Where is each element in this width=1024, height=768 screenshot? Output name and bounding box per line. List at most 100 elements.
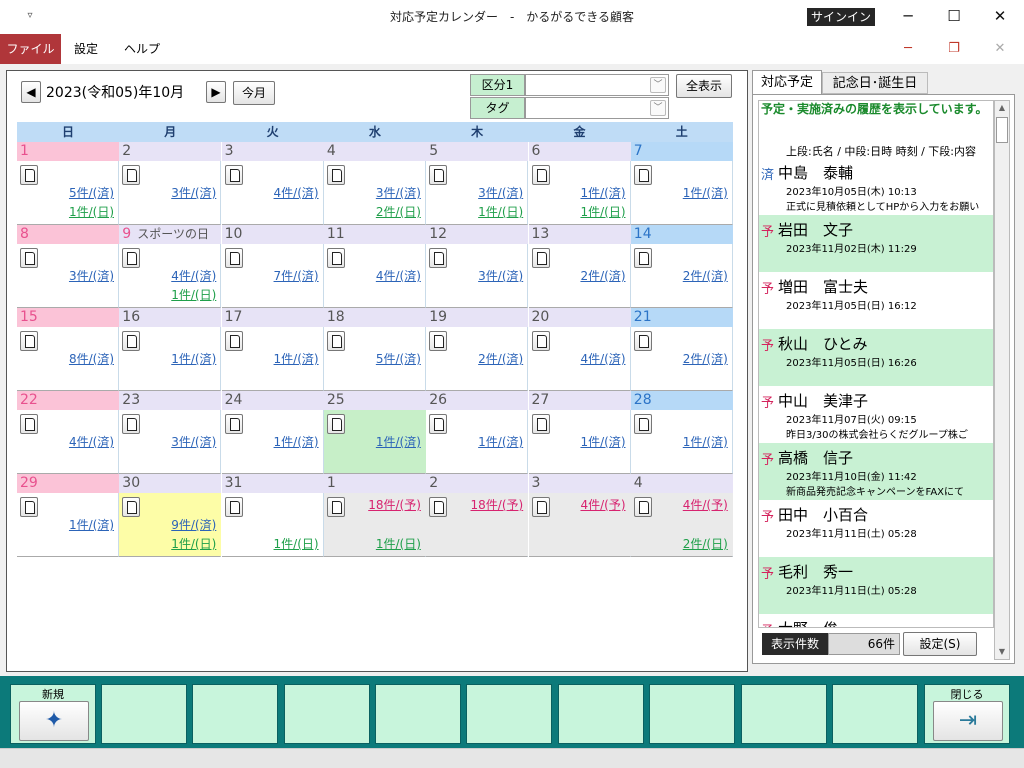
list-item[interactable]: 予岩田 文子 2023年11月02日(木) 11:29 — [759, 215, 993, 272]
anniversary-count-link[interactable]: 1件/(日) — [171, 286, 216, 303]
done-count-link[interactable]: 4件/(済) — [171, 267, 216, 284]
day-cell[interactable]: 4 4件/(予) 2件/(日) — [630, 474, 733, 557]
planned-count-link[interactable]: 18件/(予) — [368, 496, 421, 513]
planned-count-link[interactable]: 4件/(予) — [580, 496, 625, 513]
planned-count-link[interactable]: 4件/(予) — [683, 496, 728, 513]
new-star-icon[interactable]: ✦ — [19, 701, 89, 741]
done-count-link[interactable]: 2件/(済) — [580, 267, 625, 284]
done-count-link[interactable]: 1件/(済) — [274, 433, 319, 450]
day-cell[interactable]: 6 1件/(済) 1件/(日) — [528, 142, 631, 225]
new-record-icon[interactable] — [633, 331, 652, 351]
day-cell[interactable]: 7 1件/(済) — [630, 142, 733, 225]
done-count-link[interactable]: 3件/(済) — [478, 267, 523, 284]
scroll-thumb[interactable] — [996, 117, 1008, 143]
day-cell[interactable]: 18 5件/(済) — [323, 308, 426, 391]
list-item[interactable]: 予田中 小百合 2023年11月11日(土) 05:28 — [759, 500, 993, 557]
scroll-up-icon[interactable]: ▲ — [995, 101, 1009, 115]
list-item[interactable]: 済中島 泰輔 2023年10月05日(木) 10:13 正式に見積依頼としてHPから… — [759, 158, 993, 215]
tab-anniversary[interactable]: 記念日･誕生日 — [822, 72, 928, 94]
day-cell[interactable]: 2 18件/(予) — [426, 474, 529, 557]
done-count-link[interactable]: 1件/(済) — [580, 433, 625, 450]
done-count-link[interactable]: 1件/(済) — [376, 433, 421, 450]
filter1-select[interactable]: ﹀ — [525, 74, 669, 96]
chevron-down-icon[interactable]: ﹀ — [650, 100, 666, 116]
footer-slot[interactable] — [558, 684, 644, 744]
new-record-icon[interactable] — [224, 248, 243, 268]
day-cell[interactable]: 19 2件/(済) — [426, 308, 529, 391]
day-cell[interactable]: 10 7件/(済) — [221, 225, 324, 308]
day-cell[interactable]: 9 スポーツの日 4件/(済) 1件/(日) — [119, 225, 222, 308]
done-count-link[interactable]: 1件/(済) — [274, 350, 319, 367]
list-item[interactable]: 予増田 富士夫 2023年11月05日(日) 16:12 — [759, 272, 993, 329]
list-item[interactable]: 予大野 俊一 — [759, 614, 993, 627]
footer-slot[interactable] — [466, 684, 552, 744]
done-count-link[interactable]: 4件/(済) — [274, 184, 319, 201]
list-item[interactable]: 予秋山 ひとみ 2023年11月05日(日) 16:26 — [759, 329, 993, 386]
prev-month-button[interactable]: ◀ — [21, 81, 41, 103]
new-button[interactable]: 新規 ✦ — [10, 684, 96, 744]
day-cell[interactable]: 16 1件/(済) — [119, 308, 222, 391]
day-cell[interactable]: 11 4件/(済) — [323, 225, 426, 308]
done-count-link[interactable]: 2件/(済) — [683, 267, 728, 284]
doc-restore-icon[interactable]: ❐ — [931, 36, 977, 62]
new-record-icon[interactable] — [531, 165, 550, 185]
done-count-link[interactable]: 3件/(済) — [376, 184, 421, 201]
chevron-down-icon[interactable]: ﹀ — [650, 77, 666, 93]
anniversary-count-link[interactable]: 1件/(日) — [69, 203, 114, 220]
done-count-link[interactable]: 3件/(済) — [69, 267, 114, 284]
done-count-link[interactable]: 2件/(済) — [478, 350, 523, 367]
done-count-link[interactable]: 7件/(済) — [274, 267, 319, 284]
new-record-icon[interactable] — [429, 497, 448, 517]
settings-button[interactable]: 設定(S) — [903, 632, 977, 656]
footer-slot[interactable] — [192, 684, 278, 744]
day-cell[interactable]: 3 4件/(済) — [221, 142, 324, 225]
menu-file[interactable]: ファイル — [0, 34, 61, 64]
day-cell[interactable]: 14 2件/(済) — [630, 225, 733, 308]
new-record-icon[interactable] — [326, 331, 345, 351]
menu-help[interactable]: ヘルプ — [112, 34, 172, 64]
quick-access-icon[interactable]: ▿ — [22, 8, 38, 24]
new-record-icon[interactable] — [531, 248, 550, 268]
day-cell[interactable]: 4 3件/(済) 2件/(日) — [323, 142, 426, 225]
done-count-link[interactable]: 1件/(済) — [171, 350, 216, 367]
new-record-icon[interactable] — [429, 165, 448, 185]
new-record-icon[interactable] — [122, 414, 141, 434]
new-record-icon[interactable] — [633, 414, 652, 434]
close-icon[interactable]: ✕ — [977, 0, 1023, 34]
done-count-link[interactable]: 3件/(済) — [171, 433, 216, 450]
tab-schedule[interactable]: 対応予定 — [752, 70, 822, 94]
footer-slot[interactable] — [741, 684, 827, 744]
day-cell[interactable]: 29 1件/(済) — [17, 474, 119, 557]
done-count-link[interactable]: 4件/(済) — [376, 267, 421, 284]
menu-settings[interactable]: 設定 — [62, 34, 110, 64]
done-count-link[interactable]: 1件/(済) — [683, 184, 728, 201]
anniversary-count-link[interactable]: 1件/(日) — [478, 203, 523, 220]
done-count-link[interactable]: 3件/(済) — [171, 184, 216, 201]
new-record-icon[interactable] — [224, 497, 243, 517]
done-count-link[interactable]: 9件/(済) — [171, 516, 216, 533]
done-count-link[interactable]: 3件/(済) — [478, 184, 523, 201]
day-cell[interactable]: 15 8件/(済) — [17, 308, 119, 391]
new-record-icon[interactable] — [531, 497, 550, 517]
done-count-link[interactable]: 5件/(済) — [376, 350, 421, 367]
new-record-icon[interactable] — [122, 331, 141, 351]
day-cell[interactable]: 25 1件/(済) — [323, 391, 426, 474]
new-record-icon[interactable] — [122, 248, 141, 268]
new-record-icon[interactable] — [326, 165, 345, 185]
new-record-icon[interactable] — [429, 331, 448, 351]
new-record-icon[interactable] — [531, 414, 550, 434]
anniversary-count-link[interactable]: 2件/(日) — [376, 203, 421, 220]
day-cell[interactable]: 1 18件/(予) 1件/(日) — [323, 474, 426, 557]
next-month-button[interactable]: ▶ — [206, 81, 226, 103]
new-record-icon[interactable] — [326, 497, 345, 517]
new-record-icon[interactable] — [429, 414, 448, 434]
new-record-icon[interactable] — [326, 248, 345, 268]
new-record-icon[interactable] — [20, 414, 38, 434]
anniversary-count-link[interactable]: 2件/(日) — [683, 535, 728, 552]
list-scrollbar[interactable]: ▲ ▼ — [994, 100, 1010, 660]
done-count-link[interactable]: 1件/(済) — [580, 184, 625, 201]
footer-slot[interactable] — [375, 684, 461, 744]
new-record-icon[interactable] — [20, 497, 38, 517]
done-count-link[interactable]: 4件/(済) — [69, 433, 114, 450]
doc-close-icon[interactable]: ✕ — [977, 36, 1023, 62]
